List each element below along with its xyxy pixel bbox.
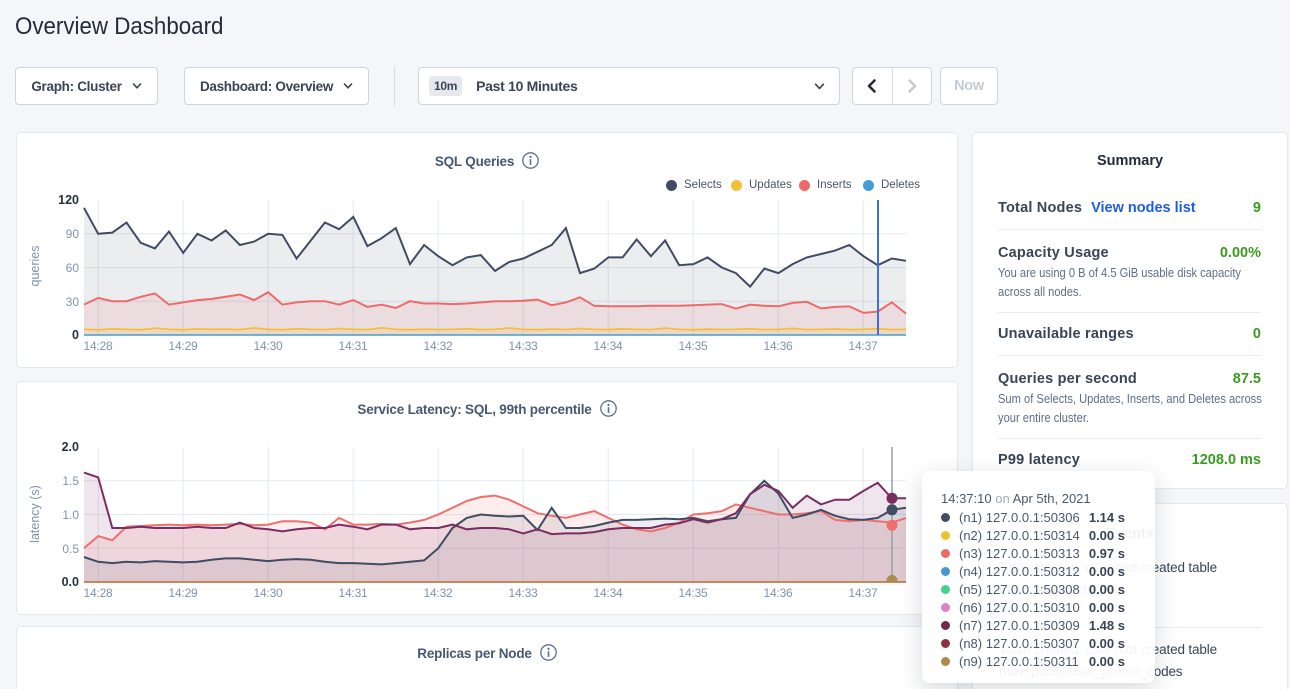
svg-text:14:29: 14:29 bbox=[168, 339, 198, 353]
svg-text:14:31: 14:31 bbox=[338, 586, 368, 600]
svg-text:14:29: 14:29 bbox=[168, 586, 198, 600]
svg-text:120: 120 bbox=[58, 193, 79, 207]
svg-text:14:31: 14:31 bbox=[338, 339, 368, 353]
svg-text:14:32: 14:32 bbox=[423, 586, 453, 600]
svg-text:14:33: 14:33 bbox=[508, 586, 538, 600]
svg-text:14:36: 14:36 bbox=[763, 586, 793, 600]
svg-text:60: 60 bbox=[66, 261, 80, 275]
svg-text:0.5: 0.5 bbox=[62, 542, 79, 556]
svg-text:30: 30 bbox=[66, 295, 80, 309]
svg-text:14:36: 14:36 bbox=[763, 339, 793, 353]
svg-text:14:32: 14:32 bbox=[423, 339, 453, 353]
svg-text:1.5: 1.5 bbox=[62, 474, 79, 488]
svg-text:14:28: 14:28 bbox=[83, 586, 113, 600]
svg-text:14:28: 14:28 bbox=[83, 339, 113, 353]
svg-text:0.0: 0.0 bbox=[62, 575, 79, 589]
svg-text:14:30: 14:30 bbox=[253, 339, 283, 353]
svg-text:queries: queries bbox=[28, 246, 42, 287]
svg-text:14:34: 14:34 bbox=[593, 586, 623, 600]
svg-text:14:35: 14:35 bbox=[678, 586, 708, 600]
svg-text:14:37: 14:37 bbox=[848, 339, 878, 353]
svg-text:0: 0 bbox=[72, 328, 79, 342]
svg-text:90: 90 bbox=[66, 227, 80, 241]
svg-text:14:34: 14:34 bbox=[593, 339, 623, 353]
svg-text:14:37: 14:37 bbox=[848, 586, 878, 600]
svg-text:14:33: 14:33 bbox=[508, 339, 538, 353]
svg-text:1.0: 1.0 bbox=[62, 508, 79, 522]
svg-text:14:35: 14:35 bbox=[678, 339, 708, 353]
svg-text:latency (s): latency (s) bbox=[28, 485, 42, 543]
svg-text:2.0: 2.0 bbox=[62, 440, 79, 454]
svg-text:14:30: 14:30 bbox=[253, 586, 283, 600]
